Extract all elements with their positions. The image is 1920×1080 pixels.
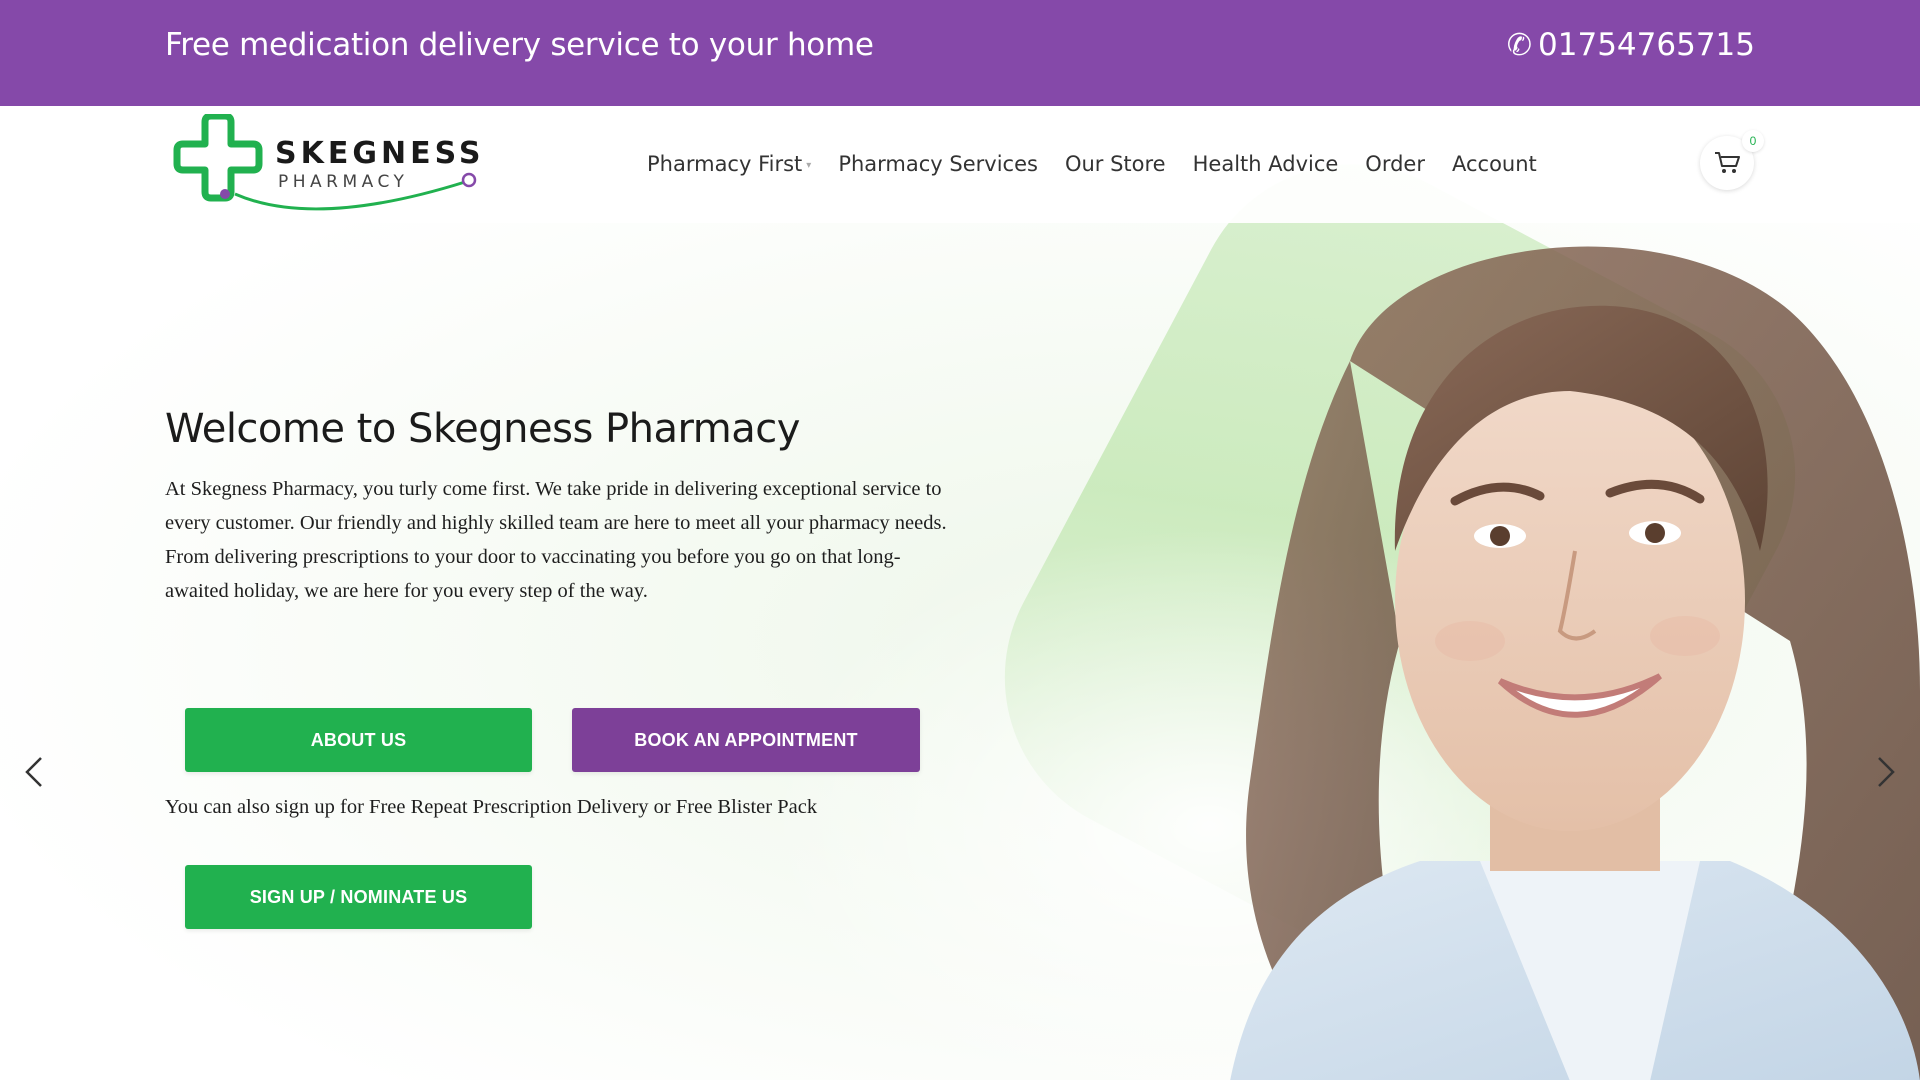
chevron-left-icon (25, 757, 42, 787)
nav-item-account[interactable]: Account (1452, 152, 1537, 176)
about-us-button[interactable]: ABOUT US (185, 708, 532, 772)
site-header: SKEGNESS PHARMACY Pharmacy First ▾ Pharm… (0, 106, 1920, 223)
nav-label: Pharmacy Services (838, 152, 1038, 176)
slider-next-button[interactable] (1868, 754, 1904, 790)
nav-item-health-advice[interactable]: Health Advice (1193, 152, 1339, 176)
nav-item-order[interactable]: Order (1365, 152, 1425, 176)
nav-label: Account (1451, 152, 1537, 176)
nav-item-pharmacy-first[interactable]: Pharmacy First ▾ (647, 152, 811, 176)
nav-label: Order (1365, 152, 1425, 176)
hero-description: At Skegness Pharmacy, you turly come fir… (165, 478, 947, 602)
nav-item-our-store[interactable]: Our Store (1065, 152, 1166, 176)
chevron-right-icon (1878, 757, 1895, 787)
logo-word-skegness: SKEGNESS (275, 136, 485, 171)
chevron-down-icon: ▾ (806, 160, 812, 171)
promo-text: Free medication delivery service to your… (165, 27, 874, 63)
phone-icon: ✆ (1506, 27, 1533, 63)
slider-prev-button[interactable] (16, 754, 52, 790)
nav-label: Health Advice (1192, 152, 1339, 176)
nav-item-pharmacy-services[interactable]: Pharmacy Services (838, 152, 1038, 176)
pharmacist-photo (1230, 246, 1920, 1080)
cart-icon (1715, 152, 1740, 173)
nav-label: Our Store (1064, 152, 1166, 176)
phone-link[interactable]: ✆ 01754765715 (1507, 27, 1755, 63)
phone-number: 01754765715 (1538, 27, 1755, 63)
main-nav: Pharmacy First ▾ Pharmacy Services Our S… (647, 152, 1564, 176)
hero-content: Welcome to Skegness Pharmacy At Skegness… (165, 406, 965, 608)
cart-count-badge: 0 (1742, 130, 1764, 152)
logo-word-pharmacy: PHARMACY (278, 172, 409, 192)
signup-info-text: You can also sign up for Free Repeat Pre… (165, 796, 818, 818)
book-appointment-button[interactable]: BOOK AN APPOINTMENT (572, 708, 920, 772)
nav-label: Pharmacy First (647, 152, 803, 176)
site-logo[interactable]: SKEGNESS PHARMACY (165, 114, 485, 214)
top-bar: Free medication delivery service to your… (0, 0, 1920, 106)
signup-nominate-button[interactable]: SIGN UP / NOMINATE US (185, 865, 532, 929)
cart-button[interactable]: 0 (1700, 130, 1764, 190)
hero-title: Welcome to Skegness Pharmacy (165, 406, 800, 452)
